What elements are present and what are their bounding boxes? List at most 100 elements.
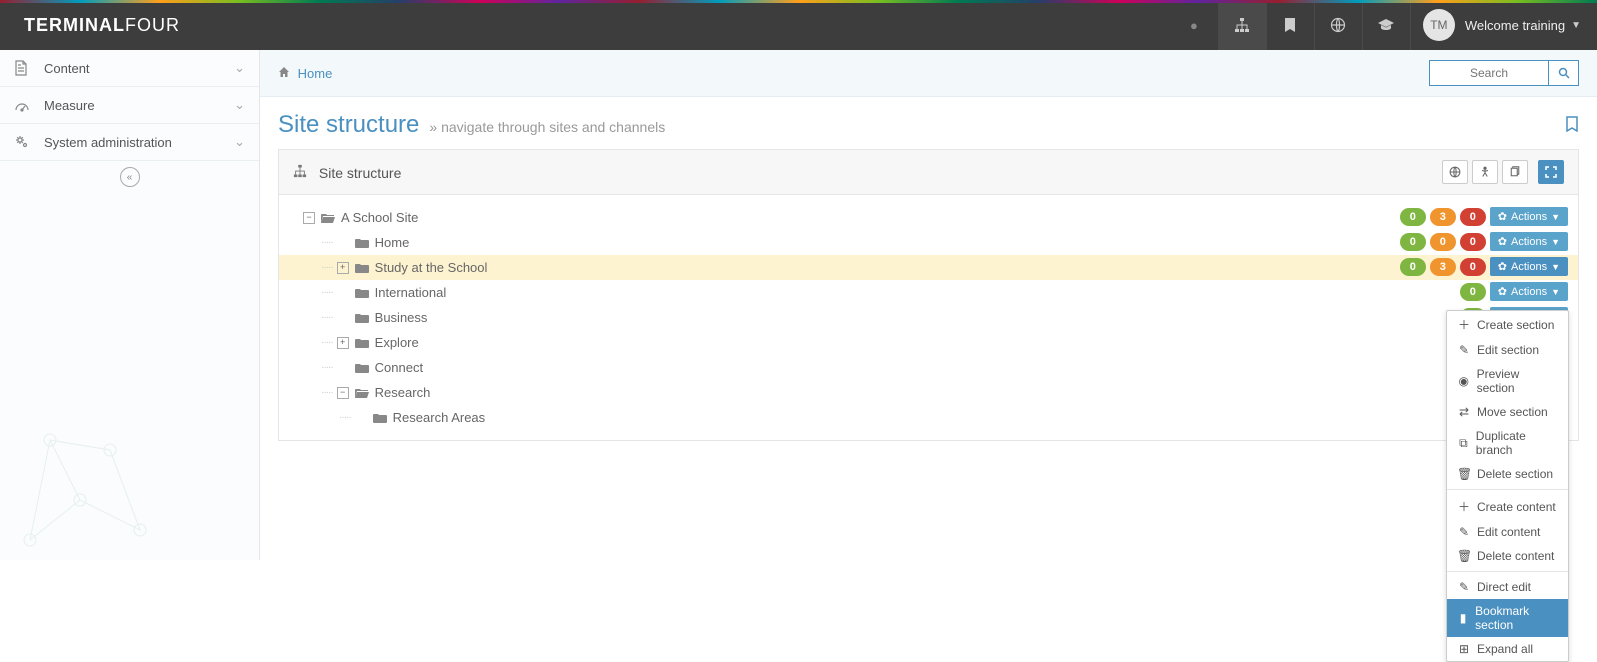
- pencil-icon: ✎: [1457, 580, 1471, 594]
- dropdown-item[interactable]: ⧉Duplicate branch: [1447, 424, 1568, 462]
- folder-icon: [355, 312, 369, 324]
- panel-title: Site structure: [293, 164, 401, 181]
- tree-row[interactable]: ·····Business0✿Actions▼: [279, 305, 1578, 330]
- tree-label[interactable]: Home: [375, 235, 410, 250]
- tree-row-actions: 030✿Actions▼: [1400, 257, 1568, 276]
- dropdown-item[interactable]: ⇄Move section: [1447, 400, 1568, 424]
- tree-connector: ·····: [321, 337, 333, 348]
- tree-row[interactable]: ·····Research Areas0✿Actions▼: [279, 405, 1578, 430]
- tree: −A School Site030✿Actions▼·····Home000✿A…: [279, 195, 1578, 440]
- gear-icon: ✿: [1498, 285, 1507, 298]
- tree-label[interactable]: Research Areas: [393, 410, 486, 425]
- file-icon: [14, 60, 34, 76]
- tree-label[interactable]: Research: [375, 385, 431, 400]
- tree-toggle[interactable]: +: [337, 262, 349, 274]
- topbar: TERMINALFOUR ● TM Welcome training ▼: [0, 0, 1597, 50]
- chevron-down-icon: ⌄: [234, 134, 245, 150]
- tree-connector: ·····: [321, 387, 333, 398]
- tree-row[interactable]: ····· International 0✿Actions▼: [279, 280, 1578, 305]
- dropdown-item[interactable]: ＋ Create content: [1447, 493, 1568, 520]
- dropdown-item-label: Create content: [1477, 500, 1556, 514]
- chevron-down-icon: ⌄: [234, 60, 245, 76]
- status-badge: 0: [1400, 233, 1426, 251]
- tree-row[interactable]: − A School Site 030✿Actions▼: [279, 205, 1578, 230]
- dropdown-item[interactable]: ✎ Direct edit: [1447, 575, 1568, 599]
- sitemap-icon[interactable]: [1218, 0, 1266, 50]
- dropdown-item[interactable]: 🗑Delete section: [1447, 462, 1568, 486]
- actions-button[interactable]: ✿Actions▼: [1490, 207, 1568, 226]
- folder-icon: [355, 337, 369, 349]
- home-icon: [278, 66, 294, 81]
- actions-button[interactable]: ✿Actions▼: [1490, 282, 1568, 301]
- collapse-sidebar-button[interactable]: «: [120, 167, 140, 187]
- dropdown-item[interactable]: ◉Preview section: [1447, 362, 1568, 400]
- actions-dropdown: ＋Create section✎Edit section◉Preview sec…: [1446, 310, 1569, 662]
- tree-row-actions: 030✿Actions▼: [1400, 207, 1568, 226]
- status-badge: 0: [1460, 283, 1486, 301]
- chevron-down-icon: ▼: [1551, 262, 1560, 272]
- chevron-down-icon: ▼: [1551, 212, 1560, 222]
- globe-icon[interactable]: [1314, 0, 1362, 50]
- tree-label[interactable]: International: [375, 285, 447, 300]
- tree-label[interactable]: A School Site: [341, 210, 418, 225]
- dropdown-item-label: Direct edit: [1477, 580, 1531, 594]
- tree-toggle[interactable]: +: [337, 337, 349, 349]
- status-badge: 0: [1400, 258, 1426, 276]
- search-button[interactable]: [1549, 60, 1579, 86]
- tree-label[interactable]: Business: [375, 310, 428, 325]
- tree-connector: ·····: [321, 287, 333, 298]
- tree-label[interactable]: Study at the School: [375, 260, 488, 275]
- search-input[interactable]: [1429, 60, 1549, 86]
- edit-icon: ✎: [1457, 525, 1471, 539]
- status-badge: 0: [1460, 233, 1486, 251]
- tree-row[interactable]: ·····−Research0✿Actions▼: [279, 380, 1578, 405]
- tree-row[interactable]: ·····Home000✿Actions▼: [279, 230, 1578, 255]
- eye-icon: ◉: [1457, 374, 1471, 388]
- fullscreen-button[interactable]: [1538, 160, 1564, 184]
- chevron-down-icon: ▼: [1571, 20, 1581, 31]
- folder-icon: [355, 262, 369, 274]
- bookmark-page-icon[interactable]: [1565, 116, 1579, 132]
- plus-icon: ＋: [1457, 498, 1471, 515]
- tree-connector: ·····: [321, 362, 333, 373]
- sidebar-item-system-administration[interactable]: System administration ⌄: [0, 124, 259, 161]
- status-badge: 0: [1460, 208, 1486, 226]
- breadcrumb-home[interactable]: Home: [298, 66, 333, 81]
- graduation-cap-icon[interactable]: [1362, 0, 1410, 50]
- globe-tool-button[interactable]: [1442, 160, 1468, 184]
- folder-icon: [373, 412, 387, 424]
- main-content: Home Site structure » navigate through s…: [260, 50, 1597, 560]
- actions-button[interactable]: ✿Actions▼: [1490, 257, 1568, 276]
- tree-row[interactable]: ·····Connect0✿Actions▼: [279, 355, 1578, 380]
- breadcrumb[interactable]: Home: [278, 66, 332, 81]
- tree-label[interactable]: Connect: [375, 360, 423, 375]
- notification-dot-icon: ●: [1170, 18, 1218, 33]
- sidebar-item-content[interactable]: Content ⌄: [0, 50, 259, 87]
- tree-row[interactable]: ·····+Study at the School030✿Actions▼: [279, 255, 1578, 280]
- dropdown-item[interactable]: ✎Edit content: [1447, 520, 1568, 544]
- dropdown-item[interactable]: ⊞Expand all: [1447, 637, 1568, 661]
- sitemap-icon: [293, 165, 311, 181]
- bookmark-icon[interactable]: [1266, 0, 1314, 50]
- dropdown-item[interactable]: ▮Bookmark section: [1447, 599, 1568, 637]
- bookmark-icon: ▮: [1457, 611, 1469, 625]
- tree-toggle[interactable]: −: [337, 387, 349, 399]
- expand-icon: ⊞: [1457, 642, 1471, 656]
- tree-toggle[interactable]: −: [303, 212, 315, 224]
- tree-label[interactable]: Explore: [375, 335, 419, 350]
- dropdown-item[interactable]: ✎Edit section: [1447, 338, 1568, 362]
- sidebar-item-measure[interactable]: Measure ⌄: [0, 87, 259, 124]
- page-header: Site structure » navigate through sites …: [260, 97, 1597, 149]
- user-menu[interactable]: TM Welcome training ▼: [1410, 0, 1597, 50]
- tree-row[interactable]: ·····+Explore0✿Actions▼: [279, 330, 1578, 355]
- status-badge: 0: [1430, 233, 1456, 251]
- chevron-down-icon: ▼: [1551, 287, 1560, 297]
- gear-icon: ✿: [1498, 235, 1507, 248]
- copy-tool-button[interactable]: [1502, 160, 1528, 184]
- accessibility-tool-button[interactable]: [1472, 160, 1498, 184]
- dropdown-item[interactable]: 🗑Delete content: [1447, 544, 1568, 568]
- tree-connector: ·····: [339, 412, 351, 423]
- dropdown-item[interactable]: ＋Create section: [1447, 311, 1568, 338]
- folder-open-icon: [355, 387, 369, 399]
- actions-button[interactable]: ✿Actions▼: [1490, 232, 1568, 251]
